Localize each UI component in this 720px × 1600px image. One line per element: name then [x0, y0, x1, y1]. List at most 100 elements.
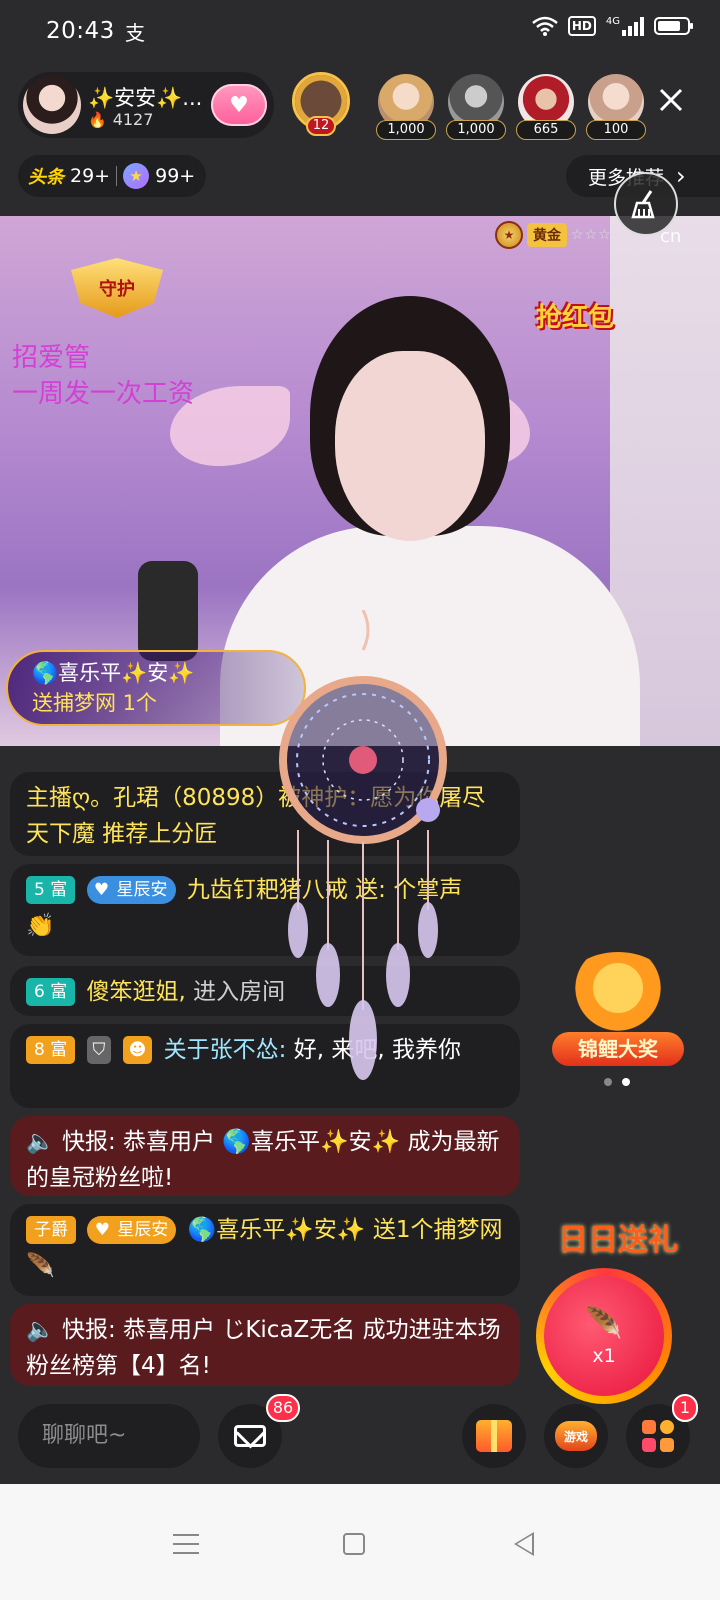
clear-screen-button[interactable]: [614, 172, 678, 236]
host-avatar[interactable]: [23, 76, 81, 134]
system-nav-bar: [0, 1484, 720, 1600]
guard-button[interactable]: 守护: [60, 258, 174, 328]
bottom-toolbar: 聊聊吧~ 86 游戏 1: [0, 1394, 720, 1482]
medal-icon: ★: [495, 221, 523, 249]
message-count-badge: 86: [266, 1394, 300, 1422]
back-icon: [514, 1532, 534, 1556]
viewer-contribution: 1,000: [446, 120, 506, 140]
combo-count: x1: [592, 1344, 616, 1367]
viewer-avatar[interactable]: 665: [516, 74, 576, 140]
viewer-avatar[interactable]: 100: [586, 74, 646, 140]
game-icon: 游戏: [555, 1421, 597, 1451]
headline-count: 29+: [70, 165, 111, 187]
chat-message[interactable]: 主播ღ。孔珺（80898）被神护：愿为你屠尽天下魔 推荐上分匠: [10, 772, 520, 856]
messages-button[interactable]: 86: [218, 1394, 300, 1468]
apps-badge: 1: [672, 1394, 698, 1422]
close-icon: [659, 88, 683, 112]
gift-ticker-user: 🌎喜乐平✨安✨: [32, 661, 195, 685]
carousel-dots: [604, 1078, 630, 1086]
rank-label: 黄金: [527, 223, 567, 247]
announcement-text: 快报: 恭喜用户 🌎喜乐平✨安✨ 成为最新的皇冠粉丝啦!: [26, 1129, 500, 1191]
chevron-right-icon: ›: [676, 162, 686, 190]
signal-icon: 4G: [606, 16, 644, 36]
chat-username[interactable]: 傻笨逛姐,: [87, 979, 186, 1005]
star-count: 99+: [155, 165, 196, 187]
clock: 20:43: [46, 18, 115, 44]
recruit-line: 一周发一次工资: [12, 379, 195, 409]
top-fan-avatar[interactable]: 12: [288, 72, 354, 138]
rank-stars: ☆☆☆: [571, 227, 612, 243]
recruit-text: 招爱管 一周发一次工资: [12, 340, 194, 412]
envelope-icon: [234, 1425, 266, 1447]
home-icon: [343, 1533, 365, 1555]
chat-action: 进入房间: [185, 979, 286, 1005]
speaker-icon: 🔈: [26, 1317, 55, 1343]
gift-button[interactable]: [462, 1404, 526, 1468]
top-fan-level: 12: [306, 116, 336, 136]
viewer-contribution: 665: [516, 120, 576, 140]
announcement-text: 快报: 恭喜用户 じKicaZ无名 成功进驻本场粉丝榜第【4】名!: [26, 1317, 501, 1379]
speaker-icon: 🔈: [26, 1129, 55, 1155]
chat-username[interactable]: 九齿钉耙猪八戒: [187, 877, 348, 903]
more-apps-button[interactable]: 1: [626, 1394, 698, 1468]
chat-action: 送1个捕梦网: [365, 1217, 503, 1243]
status-bar: 20:43 支 HD 4G: [0, 0, 720, 62]
chat-message[interactable]: 8 富 ⛉ ☻ 关于张不怂: 好, 来吧, 我养你: [10, 1024, 520, 1108]
gift-ticker: 🌎喜乐平✨安✨ 送捕梦网 1个: [6, 650, 306, 726]
broom-icon: [631, 190, 655, 219]
daily-gift-label: 日日送礼: [558, 1223, 678, 1258]
gift-icon: [476, 1420, 512, 1452]
red-packet-button[interactable]: 抢红包: [522, 278, 628, 352]
follow-button[interactable]: ♥: [211, 84, 267, 126]
announcement-message: 🔈 快报: 恭喜用户 じKicaZ无名 成功进驻本场粉丝榜第【4】名!: [10, 1304, 520, 1386]
red-packet-label: 抢红包: [535, 302, 614, 333]
guard-label: 守护: [99, 279, 135, 300]
home-nav-button[interactable]: [334, 1524, 374, 1564]
dreamcatcher-icon: 🪶: [585, 1305, 623, 1341]
alipay-icon: 支: [125, 21, 145, 45]
menu-icon: [173, 1534, 199, 1554]
apps-grid-icon: [642, 1420, 674, 1452]
menu-nav-button[interactable]: [166, 1524, 206, 1564]
clap-emoji: 👏: [26, 913, 55, 939]
hd-icon: HD: [567, 16, 596, 36]
rich-level-badge: 6 富: [26, 978, 76, 1006]
announcement-message: 🔈 快报: 恭喜用户 🌎喜乐平✨安✨ 成为最新的皇冠粉丝啦!: [10, 1116, 520, 1196]
host-fans-count: 4127: [112, 110, 154, 129]
chat-message[interactable]: 子爵 星辰安 🌎喜乐平✨安✨ 送1个捕梦网 🪶: [10, 1204, 520, 1296]
profile-icon: ☻: [122, 1036, 153, 1064]
gift-ticker-gift: 送捕梦网 1个: [32, 691, 158, 715]
fan-club-badge: 星辰安: [86, 876, 176, 904]
chat-input[interactable]: 聊聊吧~: [18, 1404, 200, 1468]
viewer-avatar[interactable]: 1,000: [446, 74, 506, 140]
heart-icon: ♥: [229, 92, 249, 118]
network-type: 4G: [605, 16, 620, 27]
close-button[interactable]: [652, 86, 690, 124]
battery-icon: [654, 17, 693, 35]
viewer-contribution: 100: [586, 120, 646, 140]
guard-shield-icon: ⛉: [86, 1036, 112, 1064]
rank-badge[interactable]: ★ 黄金 ☆☆☆: [495, 220, 612, 250]
viewer-avatar[interactable]: 1,000: [376, 74, 436, 140]
game-button[interactable]: 游戏: [544, 1404, 608, 1468]
back-nav-button[interactable]: [504, 1524, 544, 1564]
chat-username[interactable]: 🌎喜乐平✨安✨: [188, 1217, 366, 1243]
live-video[interactable]: ★ 黄金 ☆☆☆ cn 守护 抢红包 招爱管 一周发一次工资 🌎喜乐平✨安✨ 送…: [0, 216, 720, 746]
live-stream-screen: 20:43 支 HD 4G ✨安安✨... 🔥 4127 ♥ 12 1,000: [0, 0, 720, 1600]
host-info[interactable]: ✨安安✨... 🔥 4127 ♥: [18, 72, 274, 138]
microphone: [138, 561, 198, 661]
fan-club-badge: 星辰安: [87, 1216, 177, 1244]
rich-level-badge: 8 富: [26, 1036, 76, 1064]
koi-prize-label: 锦鲤大奖: [552, 1032, 684, 1066]
rank-tags[interactable]: 头条 29+ ★ 99+: [18, 155, 206, 197]
viewer-contribution: 1,000: [376, 120, 436, 140]
guard-shield-icon: 守护: [71, 258, 163, 318]
chat-action: 送: 个掌声: [347, 877, 463, 903]
chat-message[interactable]: 6 富 傻笨逛姐, 进入房间: [10, 966, 520, 1016]
noble-title-badge: 子爵: [26, 1216, 76, 1244]
chat-message[interactable]: 5 富 星辰安 九齿钉耙猪八戒 送: 个掌声 👏: [10, 864, 520, 956]
combo-gift-button[interactable]: 🪶 x1: [536, 1268, 672, 1404]
koi-prize-button[interactable]: 锦鲤大奖: [548, 952, 688, 1072]
chat-username[interactable]: 关于张不怂:: [164, 1037, 287, 1063]
dreamcatcher-icon: 🪶: [26, 1253, 55, 1279]
